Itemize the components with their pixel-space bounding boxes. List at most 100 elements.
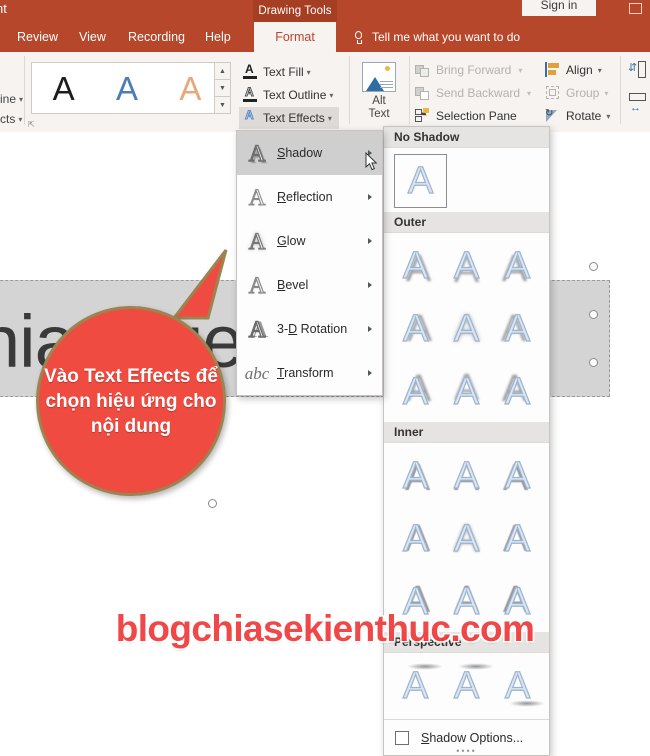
rotate-button[interactable]: ↻ Rotate ▾ — [545, 105, 610, 127]
gallery-thumb-glyph: A — [402, 454, 429, 497]
gallery-thumb-glyph: A — [402, 517, 429, 560]
menu-item-glow[interactable]: A Glow — [237, 219, 382, 263]
shadow-thumb-outer-6[interactable]: A — [492, 300, 543, 357]
wordart-sample-2[interactable]: A — [116, 72, 138, 105]
text-effects-icon: A — [245, 108, 255, 122]
gallery-scroll-up-button[interactable]: ▲ — [214, 62, 231, 80]
text-effects-label: Text Effects — [263, 111, 325, 125]
shadow-thumb-persp-1[interactable]: A — [390, 657, 443, 714]
callout-bubble: Vào Text Effects để chọn hiệu ứng cho nộ… — [36, 306, 226, 496]
resize-handle-bottom-right[interactable] — [589, 358, 598, 367]
resize-handle-bottom-center[interactable] — [208, 499, 217, 508]
glow-A-icon: A — [248, 228, 266, 254]
chevron-down-icon: ▾ — [518, 65, 523, 75]
shadow-thumb-no-shadow[interactable]: A — [394, 154, 447, 208]
menu-item-reflection[interactable]: A Reflection — [237, 175, 382, 219]
shape-styles-dialog-launcher[interactable]: ⇱ — [28, 120, 35, 129]
group-label: Group — [566, 86, 600, 100]
tell-me-label: Tell me what you want to do — [372, 30, 521, 44]
sign-in-button[interactable]: Sign in — [522, 0, 596, 16]
send-backward-label: Send Backward — [436, 86, 521, 100]
wordart-sample-1[interactable]: A — [53, 72, 75, 105]
wordart-gallery-scroll[interactable]: ▲ ▼ ▼ — [214, 62, 231, 114]
ribbon-fragment-effects[interactable]: cts ▾ — [0, 112, 22, 126]
picture-icon — [362, 62, 396, 92]
resize-grip[interactable]: •••• — [456, 747, 477, 756]
menu-item-bevel[interactable]: A Bevel — [237, 263, 382, 307]
shadow-options-checkbox[interactable] — [395, 730, 409, 745]
text-outline-label: Text Outline — [263, 88, 327, 102]
bring-forward-label: Bring Forward — [436, 63, 512, 77]
shadow-thumb-persp-3[interactable]: A — [492, 657, 545, 714]
shadow-thumb-inner-3[interactable]: A — [492, 447, 543, 504]
ribbon-tab-strip: Review View Recording Help Format Tell m… — [0, 22, 650, 52]
gallery-section-no-shadow: No Shadow — [384, 127, 549, 148]
tab-review[interactable]: Review — [8, 22, 67, 52]
shadow-gallery-submenu[interactable]: No Shadow A Outer A A A A A A A A A Inne… — [383, 126, 550, 756]
transform-abc-icon: abc — [244, 363, 270, 383]
gallery-row-outer-1: A A A — [384, 233, 549, 296]
resize-handle-middle-right[interactable] — [589, 310, 598, 319]
rotate-label: Rotate — [566, 109, 602, 123]
text-fill-icon: A — [243, 63, 258, 80]
gallery-scroll-down-button[interactable]: ▼ — [214, 79, 231, 97]
tab-recording[interactable]: Recording — [119, 22, 194, 52]
chevron-down-icon: ▾ — [306, 67, 311, 77]
menu-item-3d-rotation[interactable]: A 3-D Rotation — [237, 307, 382, 351]
selection-pane-button[interactable]: Selection Pane — [415, 105, 517, 127]
shadow-thumb-inner-2[interactable]: A — [441, 447, 492, 504]
group-button[interactable]: Group ▾ — [545, 82, 608, 104]
shadow-thumb-outer-3[interactable]: A — [492, 237, 543, 294]
shadow-thumb-outer-2[interactable]: A — [441, 237, 492, 294]
text-fill-button[interactable]: A Text Fill ▾ — [239, 61, 315, 83]
ribbon-fragment-line[interactable]: ine ▾ — [0, 92, 23, 106]
restore-window-icon[interactable] — [627, 0, 643, 16]
chevron-down-icon: ▾ — [527, 88, 532, 98]
tab-format[interactable]: Format — [254, 22, 336, 52]
gallery-thumb-glyph: A — [402, 370, 429, 413]
tab-help[interactable]: Help — [196, 22, 240, 52]
shadow-thumb-outer-7[interactable]: A — [390, 363, 441, 420]
align-icon — [545, 62, 561, 78]
shadow-thumb-outer-9[interactable]: A — [492, 363, 543, 420]
tab-view[interactable]: View — [70, 22, 115, 52]
send-backward-icon — [415, 85, 431, 101]
align-button[interactable]: Align ▾ — [545, 59, 602, 81]
resize-handle-top-right[interactable] — [589, 262, 598, 271]
shadow-thumb-outer-4[interactable]: A — [390, 300, 441, 357]
bring-forward-button[interactable]: Bring Forward ▾ — [415, 59, 522, 81]
chevron-right-icon — [368, 326, 372, 332]
bevel-A-icon: A — [248, 272, 266, 298]
wordart-styles-gallery[interactable]: A A A — [31, 62, 223, 114]
reflection-A-icon: A — [248, 184, 266, 210]
wordart-sample-3[interactable]: A — [179, 72, 201, 105]
chevron-right-icon — [368, 282, 372, 288]
gallery-thumb-glyph: A — [402, 307, 429, 350]
shadow-thumb-outer-1[interactable]: A — [390, 237, 441, 294]
shadow-thumb-inner-4[interactable]: A — [390, 510, 441, 567]
chevron-right-icon — [368, 238, 372, 244]
shadow-thumb-inner-6[interactable]: A — [492, 510, 543, 567]
shape-height-icon[interactable]: ⇵ — [627, 60, 649, 84]
gallery-more-button[interactable]: ▼ — [214, 96, 231, 114]
tell-me-search[interactable]: Tell me what you want to do — [352, 22, 520, 52]
shape-width-icon[interactable]: ↔ — [627, 92, 649, 116]
gallery-thumb-glyph: A — [453, 370, 480, 413]
menu-item-transform[interactable]: abc Transform — [237, 351, 382, 395]
shadow-thumb-inner-1[interactable]: A — [390, 447, 441, 504]
shadow-thumb-outer-5[interactable]: A — [441, 300, 492, 357]
align-label: Align — [566, 63, 593, 77]
shadow-thumb-persp-2[interactable]: A — [441, 657, 494, 714]
text-outline-button[interactable]: A Text Outline ▾ — [239, 84, 337, 106]
alt-text-button[interactable]: Alt Text — [358, 57, 400, 127]
shadow-thumb-outer-8[interactable]: A — [441, 363, 492, 420]
menu-item-reflection-label: Reflection — [277, 190, 333, 204]
menu-item-shadow[interactable]: A Shadow — [237, 131, 382, 175]
ribbon: ine▾ cts▾ ⇱ A A A ▲ ▼ ▼ WordArt Styles A… — [0, 52, 650, 168]
chevron-down-icon: ▾ — [604, 88, 609, 98]
text-effects-button[interactable]: A Text Effects ▾ — [239, 107, 339, 129]
gallery-row-outer-3: A A A — [384, 359, 549, 422]
text-effects-menu[interactable]: A Shadow A Reflection A Glow A Bevel A 3… — [236, 130, 383, 396]
send-backward-button[interactable]: Send Backward ▾ — [415, 82, 531, 104]
shadow-thumb-inner-5[interactable]: A — [441, 510, 492, 567]
